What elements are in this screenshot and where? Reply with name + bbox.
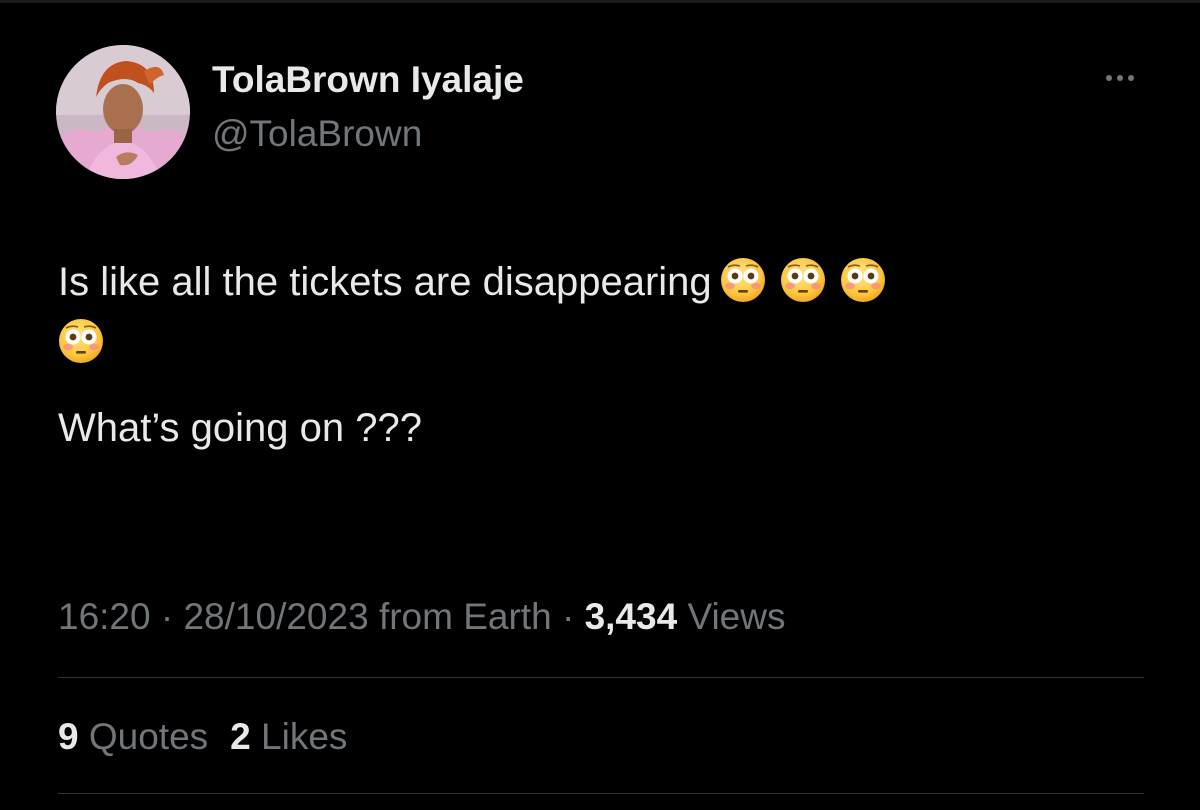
quotes-count: 9	[58, 716, 79, 757]
divider	[58, 793, 1144, 794]
author-handle[interactable]: @TolaBrown	[212, 113, 422, 155]
tweet-line-2	[58, 313, 1148, 398]
views-label: Views	[687, 596, 786, 637]
tweet-stats: 9 Quotes 2 Likes	[58, 716, 347, 758]
tweet-text: Is like all the tickets are disappearing…	[58, 252, 1148, 459]
meta-separator: ·	[561, 596, 575, 637]
flushed-face-emoji	[840, 257, 886, 303]
avatar-image	[56, 45, 190, 179]
tweet-text-line-3: What’s going on ???	[58, 406, 422, 450]
likes-label: Likes	[261, 716, 348, 757]
flushed-face-emoji	[720, 257, 766, 303]
top-edge	[0, 0, 1200, 3]
author-display-name[interactable]: TolaBrown Iyalaje	[212, 59, 524, 101]
tweet-meta: 16:20 · 28/10/2023 from Earth · 3,434 Vi…	[58, 596, 785, 638]
quotes-link[interactable]: 9 Quotes	[58, 716, 208, 757]
likes-count: 2	[230, 716, 251, 757]
flushed-face-emoji	[780, 257, 826, 303]
views-count: 3,434	[584, 596, 678, 637]
tweet-text-line-1: Is like all the tickets are disappearing	[58, 260, 712, 304]
tweet-line-1: Is like all the tickets are disappearing	[58, 252, 1148, 313]
tweet-source: from Earth	[378, 596, 552, 637]
flushed-face-emoji	[58, 318, 104, 364]
quotes-label: Quotes	[88, 716, 209, 757]
divider	[58, 677, 1144, 678]
meta-separator: ·	[160, 596, 174, 637]
tweet-date[interactable]: 28/10/2023	[183, 596, 368, 637]
tweet-time[interactable]: 16:20	[58, 596, 151, 637]
avatar[interactable]	[56, 45, 190, 179]
tweet-line-3: What’s going on ???	[58, 398, 1148, 459]
more-options-icon[interactable]	[1096, 62, 1144, 94]
likes-link[interactable]: 2 Likes	[230, 716, 347, 757]
